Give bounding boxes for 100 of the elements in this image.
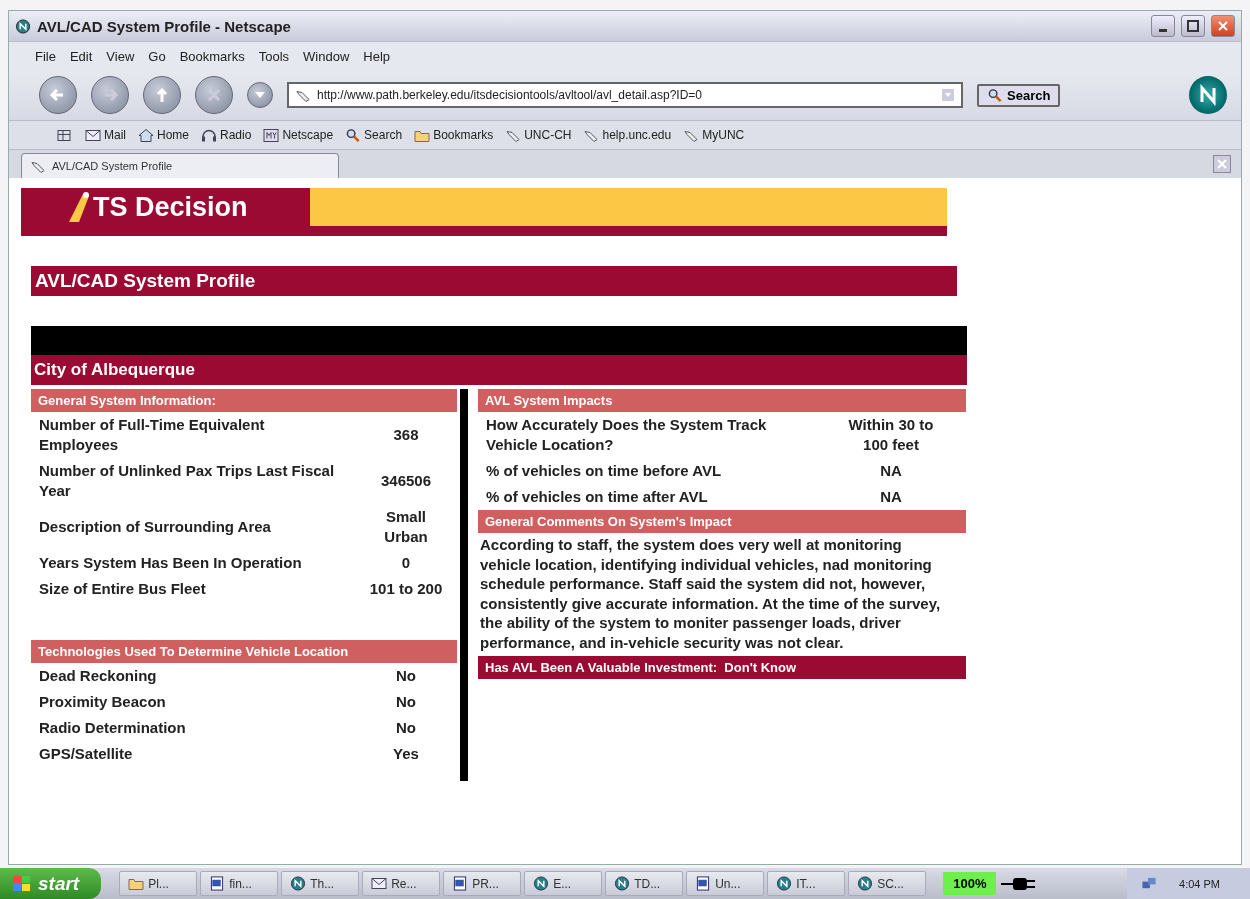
taskbar-button[interactable]: IT...	[767, 871, 846, 896]
section-heading: Technologies Used To Determine Vehicle Location	[31, 640, 457, 663]
field-value: No	[395, 666, 417, 686]
investment-heading: Has AVL Been A Valuable Investment: Don't Know	[478, 656, 966, 679]
stop-button[interactable]	[195, 76, 233, 114]
clock: 4:04 PM	[1179, 877, 1220, 890]
close-tab-button[interactable]	[1213, 155, 1231, 173]
x-icon	[205, 86, 223, 104]
field-label: GPS/Satellite	[39, 744, 134, 764]
battery-indicator: 100%	[943, 872, 997, 895]
field-value: Within 30 to 100 feet	[847, 415, 935, 455]
globe-n-icon	[533, 876, 550, 891]
tab-grid-icon[interactable]	[57, 127, 73, 143]
document-icon	[452, 876, 469, 891]
close-icon	[1217, 20, 1229, 32]
section-heading: AVL System Impacts	[478, 389, 966, 412]
toolbar-link[interactable]: Home	[138, 127, 190, 143]
caret-icon	[254, 90, 266, 100]
toolbar-link[interactable]: Mail	[85, 127, 126, 143]
taskbar-button[interactable]: Pl...	[119, 871, 198, 896]
globe-n-icon	[776, 876, 793, 891]
agency-heading: City of Albequerque	[31, 355, 967, 385]
minimize-button[interactable]	[1151, 15, 1175, 37]
field-label: Radio Determination	[39, 718, 187, 738]
section-heading: General System Information:	[31, 389, 457, 412]
field-value: 101 to 200	[368, 579, 444, 599]
network-icon[interactable]	[1141, 876, 1158, 891]
field-value: NA	[879, 461, 903, 481]
my-badge-icon	[263, 127, 280, 143]
taskbar-button[interactable]: SC...	[848, 871, 927, 896]
menu-item[interactable]: Bookmarks	[179, 48, 245, 64]
toolbar-link[interactable]: Search	[345, 127, 403, 143]
logo-text: TS Decision	[93, 191, 248, 223]
menu-item[interactable]: Go	[148, 48, 166, 64]
menu-item[interactable]: Tools	[258, 48, 290, 64]
folder-icon	[128, 876, 145, 891]
address-field[interactable]: http://www.path.berkeley.edu/itsdecisiontools/avltool/avl_detail.asp?ID=0	[287, 82, 963, 108]
toolbar-link[interactable]: Radio	[201, 127, 252, 143]
document-icon	[209, 876, 226, 891]
field-value: NA	[879, 487, 903, 507]
maximize-icon	[1187, 20, 1199, 32]
comments-paragraph: According to staff, the system does very well at monitoring vehicle location, identifying individual vehicles, nad monitoring schedule performance. Staff said the system did not, however, consistently give accurate information. At the time of the survey, the ability of the system to moniter passenger loads, driver performance, and in-vehicle security was not clear.	[479, 535, 942, 653]
toolbar-link[interactable]: Bookmarks	[414, 127, 494, 143]
field-label: Size of Entire Bus Fleet	[39, 579, 207, 599]
field-label: Dead Reckoning	[39, 666, 158, 686]
field-value: Small Urban	[383, 507, 429, 547]
forward-button[interactable]	[91, 76, 129, 114]
maximize-button[interactable]	[1181, 15, 1205, 37]
field-label: Proximity Beacon	[39, 692, 167, 712]
envelope-icon	[85, 127, 101, 143]
taskbar-button[interactable]: Re...	[362, 871, 441, 896]
browser-tab[interactable]: AVL/CAD System Profile	[21, 153, 339, 178]
field-value: No	[395, 692, 417, 712]
field-label: Number of Unlinked Pax Trips Last Fiscal Year	[39, 461, 336, 501]
field-value: 346506	[379, 471, 433, 491]
toolbar-link[interactable]: UNC-CH	[505, 127, 572, 143]
taskbar-button[interactable]: Un...	[686, 871, 765, 896]
page-title: AVL/CAD System Profile	[31, 266, 957, 296]
menu-item[interactable]: Window	[303, 48, 350, 64]
taskbar-button[interactable]: Th...	[281, 871, 360, 896]
toolbar-link[interactable]: Netscape	[263, 127, 334, 143]
headphones-icon	[201, 127, 218, 143]
search-icon	[345, 127, 362, 143]
taskbar-button[interactable]: PR...	[443, 871, 522, 896]
field-value: Yes	[392, 744, 420, 764]
document-icon	[695, 876, 712, 891]
go-button[interactable]	[247, 82, 273, 108]
globe-n-icon	[857, 876, 874, 891]
globe-n-icon	[614, 876, 631, 891]
taskbar-button[interactable]: fin...	[200, 871, 279, 896]
envelope-icon	[371, 876, 388, 891]
toolbar-link[interactable]: help.unc.edu	[583, 127, 672, 143]
taskbar-button[interactable]: TD...	[605, 871, 684, 896]
globe-n-icon	[290, 876, 307, 891]
minimize-icon	[1159, 28, 1167, 32]
field-label: Number of Full-Time Equivalent Employees	[39, 415, 266, 455]
search-icon	[987, 87, 1003, 103]
field-label: Years System Has Been In Operation	[39, 553, 303, 573]
field-value: 0	[400, 553, 412, 573]
netscape-logo-icon	[15, 18, 31, 34]
field-label: How Accurately Does the System Track Vehicle Location?	[486, 415, 768, 455]
field-value: 368	[392, 425, 420, 445]
field-label: % of vehicles on time before AVL	[486, 461, 723, 481]
field-label: % of vehicles on time after AVL	[486, 487, 709, 507]
menu-item[interactable]: Help	[363, 48, 391, 64]
search-button[interactable]: Search	[977, 83, 1061, 107]
window-title: AVL/CAD System Profile - Netscape	[37, 17, 292, 35]
reload-button[interactable]	[143, 76, 181, 114]
taskbar-button[interactable]: E...	[524, 871, 603, 896]
menu-item[interactable]: File	[35, 48, 56, 64]
menu-item[interactable]: View	[106, 48, 135, 64]
back-button[interactable]	[39, 76, 77, 114]
house-icon	[138, 127, 154, 143]
menu-item[interactable]: Edit	[69, 48, 93, 64]
section-heading: General Comments On System's Impact	[478, 510, 966, 533]
toolbar-link[interactable]: MyUNC	[683, 127, 745, 143]
field-label: Description of Surrounding Area	[39, 517, 272, 537]
close-button[interactable]	[1211, 15, 1235, 37]
windows-flag-icon	[12, 874, 32, 893]
field-value: No	[395, 718, 417, 738]
